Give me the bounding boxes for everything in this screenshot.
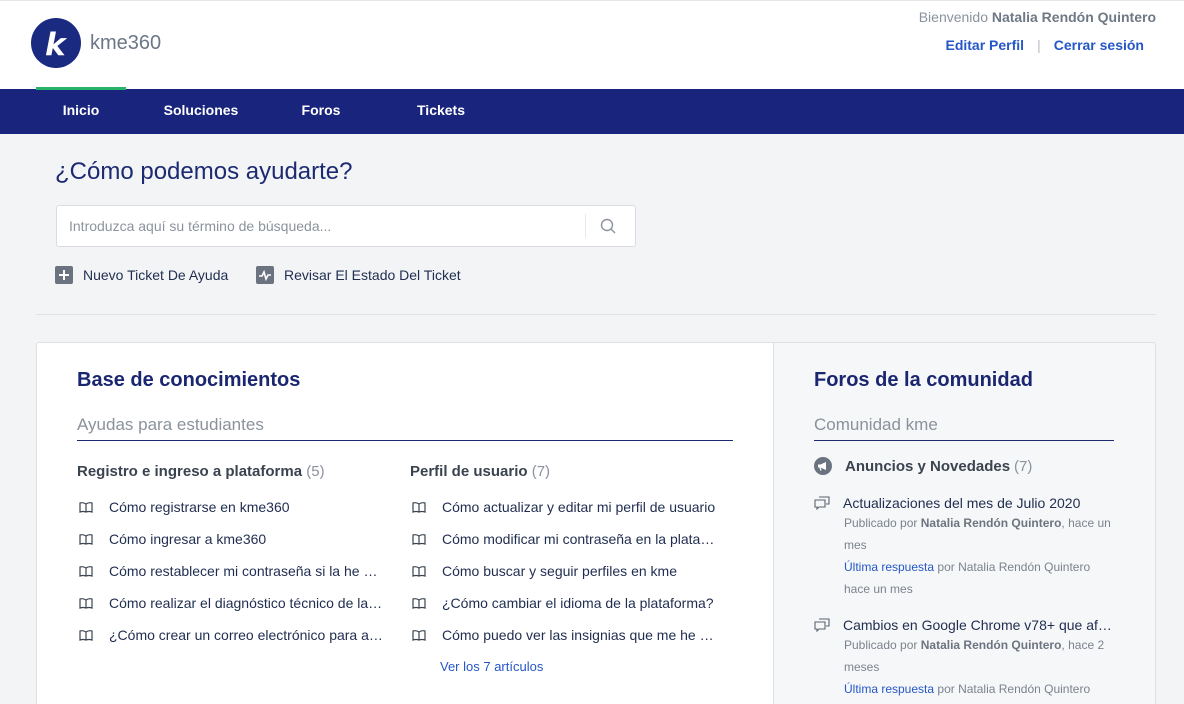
post-author: Natalia Rendón Quintero [920,638,1062,652]
article-title: Cómo restablecer mi contraseña si la he … [109,563,384,579]
header: k kme360 Bienvenido Natalia Rendón Quint… [0,0,1184,89]
svg-text:k: k [45,27,68,63]
new-ticket-link[interactable]: Nuevo Ticket De Ayuda [55,266,228,284]
article-link[interactable]: Cómo registrarse en kme360 [79,499,384,515]
book-icon [412,534,426,545]
article-title: ¿Cómo cambiar el idioma de la plataforma… [442,595,714,611]
last-reply-by: por Natalia Rendón Quintero [937,682,1091,696]
new-ticket-label: Nuevo Ticket De Ayuda [83,267,229,283]
book-icon [79,566,93,577]
plus-icon [55,266,73,284]
article-link[interactable]: Cómo actualizar y editar mi perfil de us… [412,499,717,515]
article-title: Cómo realizar el diagnóstico técnico de … [109,595,384,611]
article-link[interactable]: Cómo modificar mi contraseña en la plata… [412,531,717,547]
megaphone-icon [814,457,832,475]
post-author: Natalia Rendón Quintero [920,516,1062,530]
article-title: ¿Cómo crear un correo electrónico para a… [109,627,384,643]
forum-post-link[interactable]: Actualizaciones del mes de Julio 2020 [814,495,1124,511]
book-icon [79,598,93,609]
article-link[interactable]: ¿Cómo cambiar el idioma de la plataforma… [412,595,717,611]
welcome-prefix: Bienvenido [918,9,988,25]
divider [36,314,1156,315]
search-box [56,205,636,247]
last-reply-link[interactable]: Última respuesta [844,560,934,574]
article-link[interactable]: Cómo realizar el diagnóstico técnico de … [79,595,384,611]
forums-rule [814,440,1114,441]
book-icon [412,566,426,577]
pulse-icon [256,266,274,284]
book-icon [79,534,93,545]
ticket-status-label: Revisar El Estado Del Ticket [284,267,461,283]
nav-item-foros[interactable]: Foros [276,89,366,134]
forum-post-meta: Publicado por Natalia Rendón Quintero, h… [844,634,1124,700]
logo-k-icon: k [45,27,68,63]
search-input[interactable] [69,206,569,246]
forums-title: Foros de la comunidad [814,369,1033,391]
kb-section-title[interactable]: Registro e ingreso a plataforma (5) [77,463,325,480]
book-icon [79,630,93,641]
article-link[interactable]: Cómo restablecer mi contraseña si la he … [79,563,384,579]
article-title: Cómo actualizar y editar mi perfil de us… [442,499,716,515]
kb-title: Base de conocimientos [77,369,301,391]
page-title: ¿Cómo podemos ayudarte? [55,158,353,185]
kb-rule [77,440,733,441]
article-title: Cómo buscar y seguir perfiles en kme [442,563,677,579]
last-reply-link[interactable]: Última respuesta [844,682,934,696]
book-icon [412,598,426,609]
forum-topic-header[interactable]: Anuncios y Novedades (7) [814,457,1032,475]
book-icon [412,630,426,641]
nav-item-soluciones[interactable]: Soluciones [156,89,246,134]
section-title-text: Perfil de usuario [410,463,528,480]
forum-topic-title: Anuncios y Novedades [845,457,1011,475]
chat-bubbles-icon [814,618,830,632]
last-reply-by: por Natalia Rendón Quintero [937,560,1091,574]
logout-link[interactable]: Cerrar sesión [1054,37,1144,53]
article-link[interactable]: Cómo puedo ver las insignias que me he g… [412,627,717,643]
link-separator: | [1037,37,1041,53]
section-count: (5) [306,463,325,480]
user-links: Editar Perfil | Cerrar sesión [945,37,1144,53]
forum-topic-count: (7) [1014,457,1033,475]
kb-category-title[interactable]: Ayudas para estudiantes [77,415,264,435]
kb-section-title[interactable]: Perfil de usuario (7) [410,463,550,480]
forum-post: Actualizaciones del mes de Julio 2020 Pu… [814,495,1124,600]
main-nav: Inicio Soluciones Foros Tickets [0,87,1184,134]
see-all-articles-link[interactable]: Ver los 7 artículos [440,659,543,674]
last-reply-ago: hace un mes [844,582,913,596]
knowledge-base-card: Base de conocimientos Ayudas para estudi… [36,342,774,704]
article-link[interactable]: ¿Cómo crear un correo electrónico para a… [79,627,384,643]
forum-post-title: Actualizaciones del mes de Julio 2020 [843,495,1081,511]
published-by-label: Publicado por [844,638,918,652]
nav-item-inicio[interactable]: Inicio [36,87,126,134]
section-count: (7) [531,463,551,480]
user-name: Natalia Rendón Quintero [991,9,1156,25]
forum-post-link[interactable]: Cambios en Google Chrome v78+ que afecta… [814,617,1124,633]
article-title: Cómo registrarse en kme360 [109,499,290,515]
edit-profile-link[interactable]: Editar Perfil [945,37,1024,53]
forum-post-title: Cambios en Google Chrome v78+ que afecta… [843,617,1113,633]
book-icon [412,502,426,513]
article-title: Cómo ingresar a kme360 [109,531,267,547]
community-forums-card: Foros de la comunidad Comunidad kme Anun… [773,342,1156,704]
article-title: Cómo modificar mi contraseña en la plata… [442,531,717,547]
chat-bubbles-icon [814,496,830,510]
search-icon [600,218,616,234]
article-title: Cómo puedo ver las insignias que me he g… [442,627,717,643]
ticket-status-link[interactable]: Revisar El Estado Del Ticket [256,266,461,284]
forums-category-title[interactable]: Comunidad kme [814,415,938,435]
published-by-label: Publicado por [844,516,918,530]
search-button[interactable] [597,215,619,237]
brand-logo[interactable]: k [31,18,81,68]
welcome-message: Bienvenido Natalia Rendón Quintero [919,9,1156,25]
book-icon [79,502,93,513]
nav-item-tickets[interactable]: Tickets [396,89,486,134]
article-link[interactable]: Cómo ingresar a kme360 [79,531,384,547]
article-link[interactable]: Cómo buscar y seguir perfiles en kme [412,563,717,579]
forum-post: Cambios en Google Chrome v78+ que afecta… [814,617,1124,700]
search-divider [585,214,586,238]
forum-post-meta: Publicado por Natalia Rendón Quintero, h… [844,512,1124,600]
section-title-text: Registro e ingreso a plataforma [77,463,303,480]
brand-name[interactable]: kme360 [90,32,161,55]
